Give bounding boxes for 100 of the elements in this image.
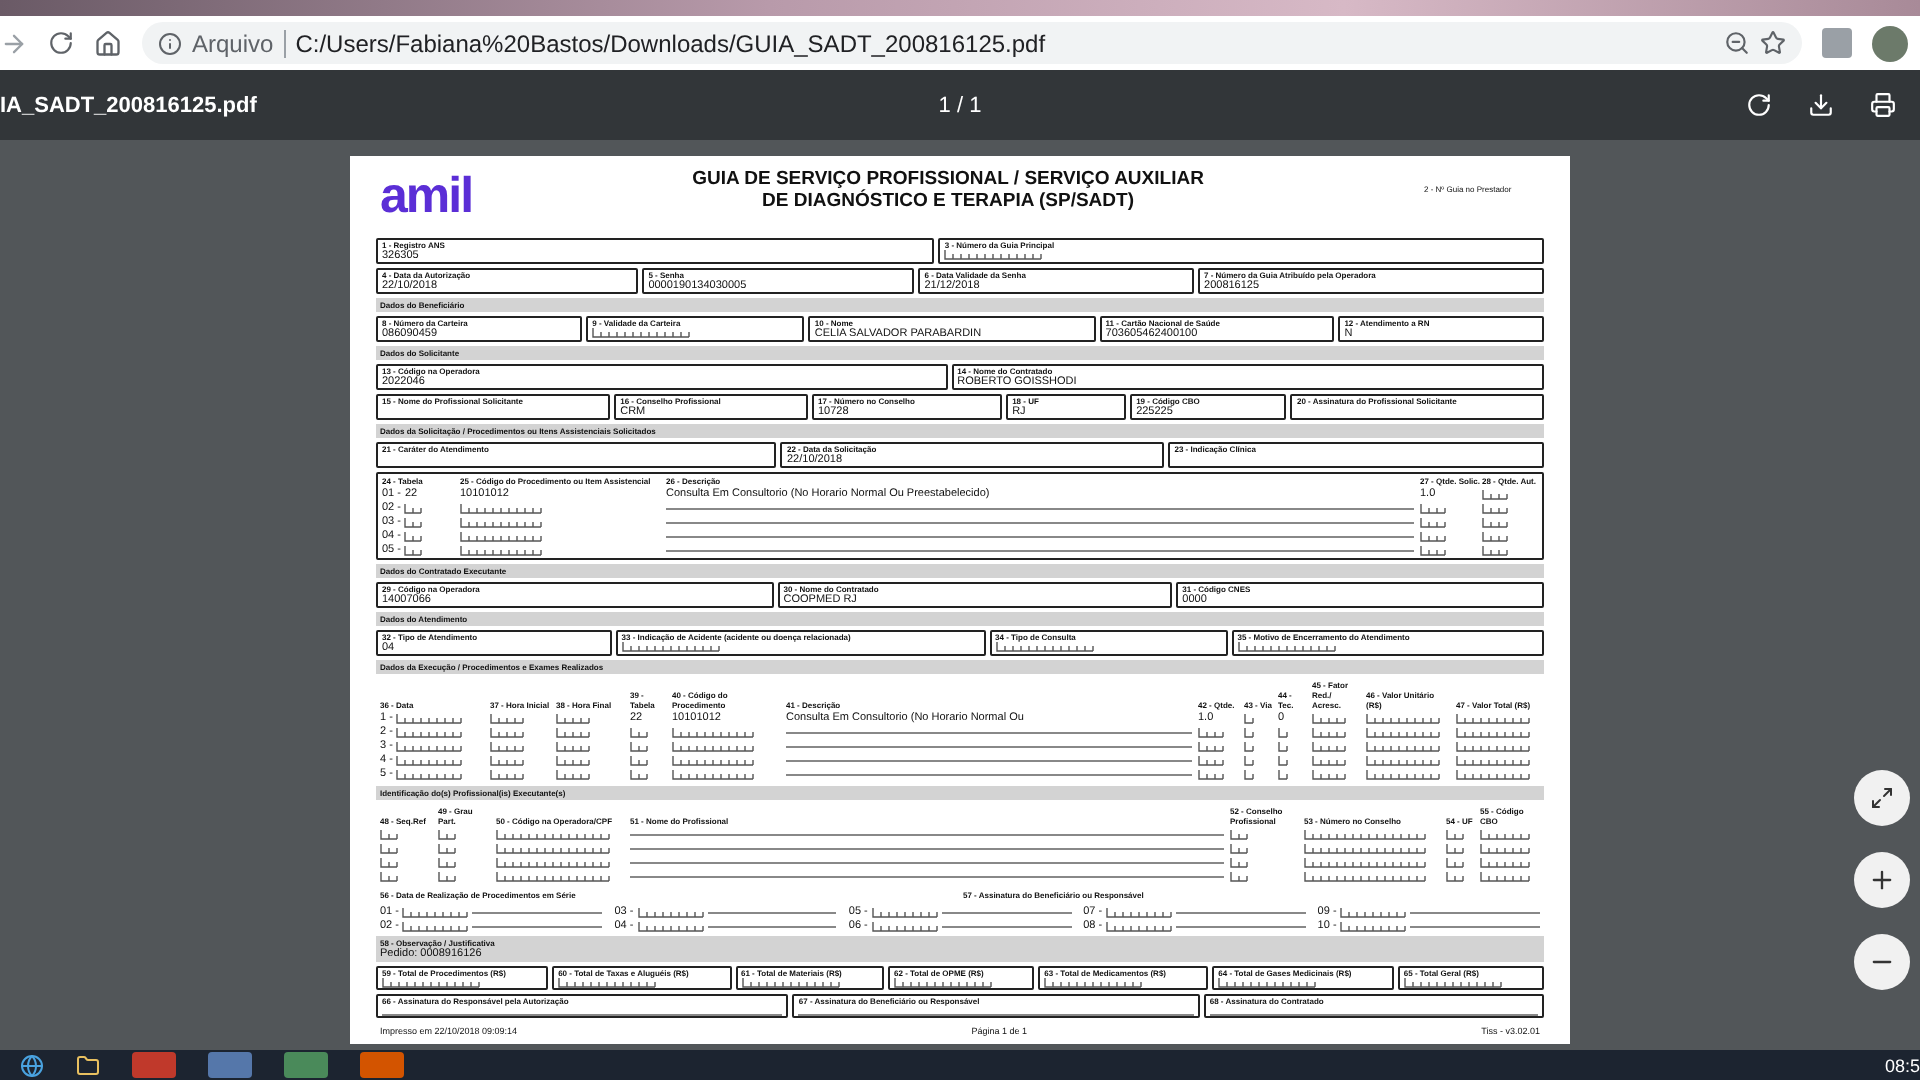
rotate-icon[interactable] — [1746, 92, 1772, 118]
address-prefix: Arquivo — [192, 29, 274, 57]
entry-boxes — [1198, 755, 1224, 765]
entry-boxes — [438, 857, 456, 867]
entry-boxes — [1366, 727, 1440, 737]
entry-boxes — [1446, 829, 1464, 839]
entry-boxes — [396, 741, 463, 751]
entry-boxes — [404, 531, 423, 541]
entry-boxes — [1198, 741, 1224, 751]
entry-boxes — [380, 857, 398, 867]
avatar-icon[interactable] — [1872, 25, 1908, 61]
entry-boxes — [1244, 727, 1254, 737]
info-icon[interactable] — [158, 31, 182, 55]
entry-boxes — [460, 531, 542, 541]
entry-boxes — [1482, 489, 1508, 499]
entry-boxes — [637, 907, 704, 917]
form-title: DE DIAGNÓSTICO E TERAPIA (SP/SADT) — [762, 190, 1134, 212]
signature-line — [707, 911, 837, 913]
entry-boxes — [1366, 755, 1440, 765]
entry-boxes — [672, 727, 754, 737]
entry-boxes — [1420, 545, 1446, 555]
entry-boxes — [630, 741, 648, 751]
entry-boxes — [871, 921, 938, 931]
entry-boxes — [630, 769, 648, 779]
brand-logo: amil — [380, 172, 473, 220]
zoom-icon[interactable] — [1724, 30, 1750, 56]
entry-boxes — [1312, 713, 1346, 723]
fit-page-icon — [1870, 786, 1894, 810]
signature-line — [941, 925, 1072, 927]
entry-boxes — [404, 503, 423, 513]
entry-boxes — [1482, 503, 1508, 513]
entry-boxes — [402, 907, 469, 917]
entry-boxes — [380, 843, 398, 853]
signature-line — [707, 925, 837, 927]
download-icon[interactable] — [1808, 92, 1834, 118]
entry-boxes — [672, 741, 754, 751]
entry-boxes — [1456, 713, 1530, 723]
entry-boxes — [490, 769, 524, 779]
entry-boxes — [380, 829, 398, 839]
entry-boxes — [1278, 769, 1288, 779]
entry-boxes — [490, 713, 524, 723]
entry-boxes — [460, 517, 542, 527]
reload-icon[interactable] — [48, 30, 74, 56]
entry-boxes — [1244, 769, 1254, 779]
entry-boxes — [496, 829, 610, 839]
entry-boxes — [556, 741, 590, 751]
signature-line — [1176, 911, 1306, 913]
entry-boxes — [1278, 741, 1288, 751]
entry-boxes — [672, 755, 754, 765]
fit-page-button[interactable] — [1854, 770, 1910, 826]
zoom-out-button[interactable] — [1854, 934, 1910, 990]
entry-boxes — [1244, 755, 1254, 765]
browser-icon[interactable] — [20, 1053, 44, 1077]
entry-boxes — [1480, 843, 1530, 853]
entry-boxes — [1480, 857, 1530, 867]
entry-boxes — [1366, 741, 1440, 751]
entry-boxes — [1106, 907, 1173, 917]
entry-boxes — [1446, 857, 1464, 867]
form-title: GUIA DE SERVIÇO PROFISSIONAL / SERVIÇO AUXILIAR — [692, 168, 1204, 190]
print-icon[interactable] — [1870, 92, 1896, 118]
entry-boxes — [1446, 871, 1464, 881]
entry-boxes — [1366, 713, 1440, 723]
entry-boxes — [1420, 531, 1446, 541]
entry-boxes — [1278, 755, 1288, 765]
entry-boxes — [438, 829, 456, 839]
entry-boxes — [1312, 755, 1346, 765]
entry-boxes — [1244, 713, 1254, 723]
entry-boxes — [404, 545, 423, 555]
entry-boxes — [1230, 857, 1248, 867]
entry-boxes — [496, 857, 610, 867]
entry-boxes — [1456, 727, 1530, 737]
entry-boxes — [1244, 741, 1254, 751]
entry-boxes — [637, 921, 704, 931]
address-bar[interactable]: Arquivo C:/Users/Fabiana%20Bastos/Downloads/GUIA_SADT_200816125.pdf — [142, 22, 1802, 64]
entry-boxes — [404, 517, 423, 527]
entry-boxes — [396, 713, 463, 723]
entry-boxes — [1456, 769, 1530, 779]
entry-boxes — [1304, 871, 1426, 881]
entry-boxes — [1230, 871, 1248, 881]
entry-boxes — [871, 907, 938, 917]
entry-boxes — [396, 727, 463, 737]
entry-boxes — [496, 871, 610, 881]
folder-icon[interactable] — [76, 1053, 100, 1077]
entry-boxes — [460, 503, 542, 513]
entry-boxes — [1312, 741, 1346, 751]
entry-boxes — [556, 713, 590, 723]
star-icon[interactable] — [1760, 30, 1786, 56]
signature-line — [472, 925, 603, 927]
entry-boxes — [1482, 517, 1508, 527]
entry-boxes — [1278, 727, 1288, 737]
home-icon[interactable] — [94, 29, 122, 57]
signature-line — [941, 911, 1072, 913]
entry-boxes — [496, 843, 610, 853]
forward-icon[interactable] — [0, 29, 28, 57]
entry-boxes — [1230, 829, 1248, 839]
entry-boxes — [556, 755, 590, 765]
entry-boxes — [630, 727, 648, 737]
entry-boxes — [490, 727, 524, 737]
zoom-in-button[interactable] — [1854, 852, 1910, 908]
entry-boxes — [1456, 755, 1530, 765]
